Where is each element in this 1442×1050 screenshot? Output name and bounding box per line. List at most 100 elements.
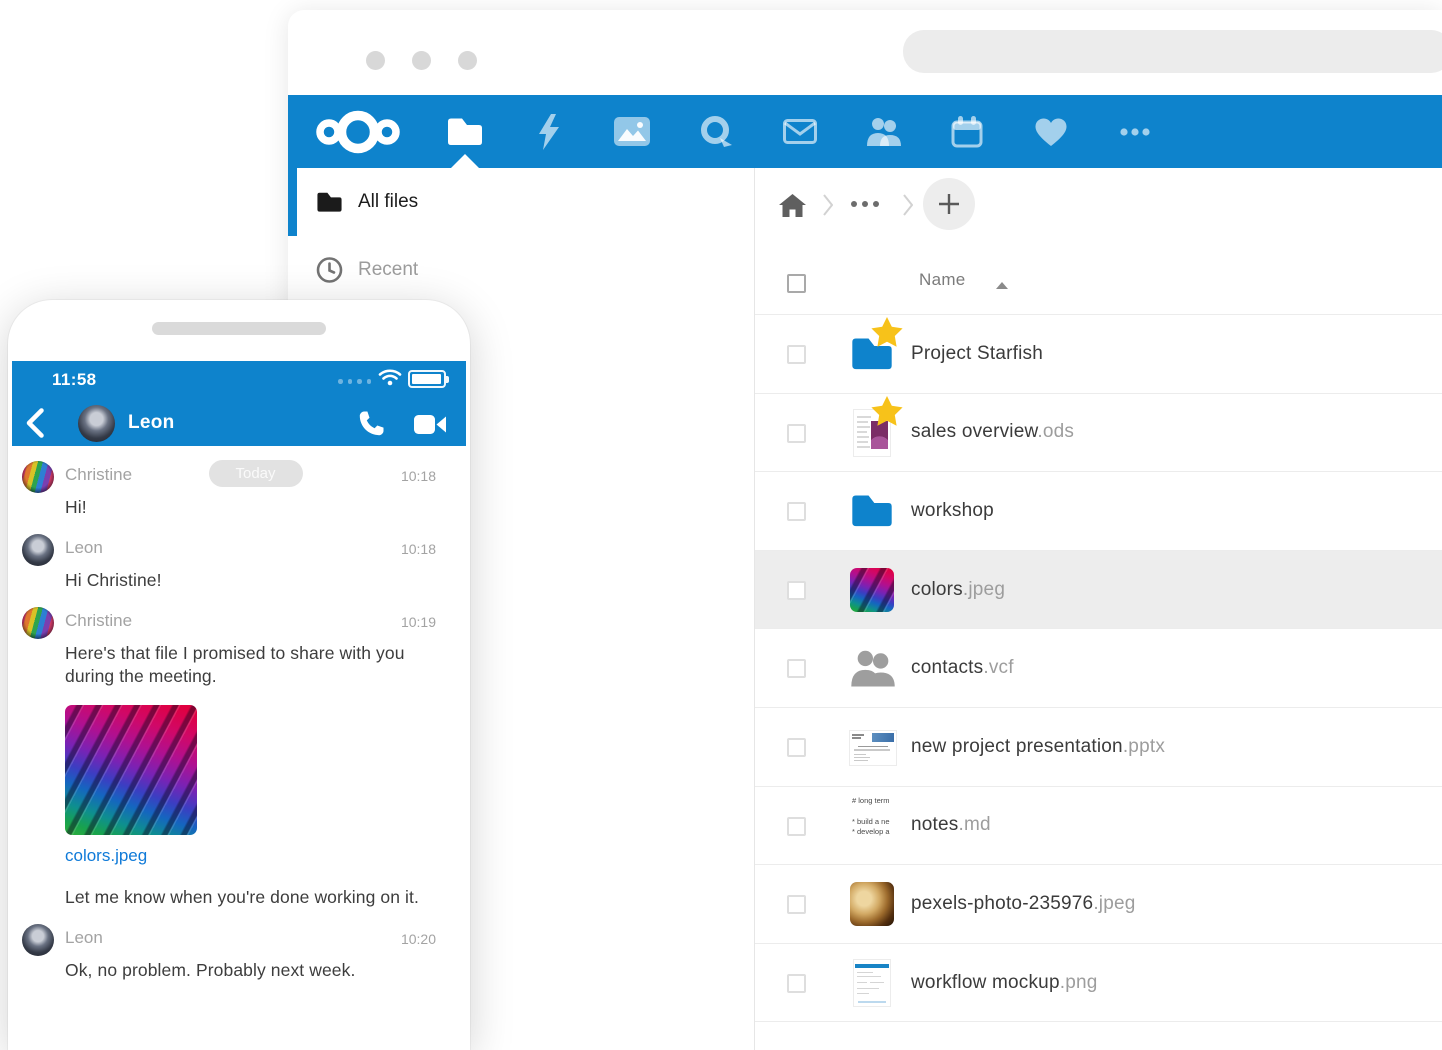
breadcrumb-chevron-icon — [823, 194, 833, 221]
file-row-contacts[interactable]: contacts.vcf — [755, 629, 1442, 708]
message-author: Christine — [65, 611, 132, 630]
sidebar-item-recent[interactable]: Recent — [288, 236, 754, 304]
file-rows: Project Starfish sales overview.ods — [755, 315, 1442, 1022]
file-row-notes[interactable]: # long term * build a ne * develop a not… — [755, 787, 1442, 866]
phone-call-icon[interactable] — [358, 410, 385, 442]
shared-image-attachment[interactable] — [65, 705, 197, 835]
message-author: Leon — [65, 538, 103, 557]
markdown-preview-thumbnail: # long term * build a ne * develop a — [852, 796, 908, 858]
battery-icon — [408, 370, 446, 388]
contact-name: Leon — [128, 412, 175, 434]
name-column-header[interactable]: Name — [919, 270, 966, 290]
phone-mockup: 11:58 Leon — [8, 300, 470, 1050]
nextcloud-navbar — [288, 95, 1442, 168]
file-name: workflow mockup.png — [911, 972, 1098, 994]
window-control-dot-3[interactable] — [458, 51, 477, 70]
contacts-file-icon — [850, 649, 894, 687]
calendar-app-icon[interactable] — [935, 95, 999, 168]
file-name: workshop — [911, 500, 994, 522]
row-checkbox[interactable] — [787, 738, 806, 757]
address-bar[interactable] — [903, 30, 1442, 73]
window-control-dot-2[interactable] — [412, 51, 431, 70]
folder-icon — [316, 191, 343, 213]
mockup-thumbnail — [854, 960, 890, 1006]
window-control-dot-1[interactable] — [366, 51, 385, 70]
file-row-presentation[interactable]: new project presentation.pptx — [755, 708, 1442, 787]
favorite-star-icon — [871, 317, 903, 353]
row-checkbox[interactable] — [787, 502, 806, 521]
row-checkbox[interactable] — [787, 895, 806, 914]
contact-avatar — [78, 405, 115, 442]
active-item-indicator — [288, 168, 297, 236]
row-checkbox[interactable] — [787, 581, 806, 600]
plus-icon — [937, 192, 961, 216]
message-time: 10:18 — [401, 468, 436, 484]
video-call-icon[interactable] — [414, 414, 446, 440]
avatar — [22, 534, 54, 566]
sidebar-item-all-files[interactable]: All files — [288, 168, 754, 236]
message-text: Let me know when you're done working on … — [65, 886, 446, 909]
sidebar-item-label: Recent — [358, 259, 418, 281]
wifi-icon — [378, 369, 402, 391]
message-time: 10:18 — [401, 541, 436, 557]
talk-header: 11:58 Leon — [12, 361, 466, 446]
file-row-pexels-photo[interactable]: pexels-photo-235976.jpeg — [755, 865, 1442, 944]
photos-app-icon[interactable] — [600, 95, 664, 168]
presentation-thumbnail — [850, 731, 896, 765]
chat-message: Christine 10:19 Here's that file I promi… — [12, 592, 466, 909]
status-bar-time: 11:58 — [52, 370, 97, 390]
message-author: Christine — [65, 465, 132, 484]
chat-message: Leon 10:18 Hi Christine! — [12, 519, 466, 592]
breadcrumb-chevron-icon — [903, 194, 913, 221]
file-name: pexels-photo-235976.jpeg — [911, 893, 1136, 915]
more-apps-icon[interactable] — [1103, 95, 1167, 168]
new-file-button[interactable] — [923, 178, 975, 230]
mail-app-icon[interactable] — [768, 95, 832, 168]
select-all-checkbox[interactable] — [787, 274, 806, 293]
row-checkbox[interactable] — [787, 345, 806, 364]
row-checkbox[interactable] — [787, 424, 806, 443]
phone-screen: 11:58 Leon — [12, 361, 466, 1050]
message-text: Here's that file I promised to share wit… — [65, 642, 446, 688]
row-checkbox[interactable] — [787, 659, 806, 678]
file-row-sales-overview[interactable]: sales overview.ods — [755, 394, 1442, 473]
avatar — [22, 924, 54, 956]
sort-ascending-icon[interactable] — [995, 277, 1009, 295]
active-app-notch — [451, 154, 479, 168]
favorites-heart-icon[interactable] — [1019, 95, 1083, 168]
file-name: colors.jpeg — [911, 579, 1005, 601]
row-checkbox[interactable] — [787, 817, 806, 836]
avatar — [22, 461, 54, 493]
file-name: new project presentation.pptx — [911, 736, 1165, 758]
photo-thumbnail — [850, 882, 894, 926]
message-time: 10:20 — [401, 931, 436, 947]
nextcloud-logo-icon[interactable] — [315, 95, 401, 168]
back-chevron-icon[interactable] — [26, 408, 44, 443]
breadcrumb-home-icon[interactable] — [779, 194, 806, 222]
talk-app-icon[interactable] — [684, 95, 748, 168]
file-name: contacts.vcf — [911, 657, 1014, 679]
file-list-header: Name — [755, 250, 1442, 315]
chat-message: Leon 10:20 Ok, no problem. Probably next… — [12, 909, 466, 982]
contacts-app-icon[interactable] — [852, 95, 916, 168]
row-checkbox[interactable] — [787, 974, 806, 993]
attachment-file-link[interactable]: colors.jpeg — [65, 846, 446, 866]
file-list-area: Name Project Starfish — [755, 168, 1442, 1050]
chat-thread: Christine Today 10:18 Hi! Leon 10:18 Hi … — [12, 446, 466, 1050]
image-thumbnail — [850, 568, 894, 612]
message-text: Hi Christine! — [65, 569, 446, 592]
favorite-star-icon — [871, 396, 903, 432]
file-name: notes.md — [911, 814, 991, 836]
message-author: Leon — [65, 928, 103, 947]
file-row-workflow-mockup[interactable]: workflow mockup.png — [755, 944, 1442, 1023]
file-name: Project Starfish — [911, 343, 1043, 365]
date-separator: Today — [208, 460, 302, 487]
file-row-colors[interactable]: colors.jpeg — [755, 551, 1442, 630]
activity-app-icon[interactable] — [517, 95, 581, 168]
avatar — [22, 607, 54, 639]
sidebar-item-label: All files — [358, 191, 418, 213]
breadcrumb-ellipsis[interactable] — [851, 201, 879, 207]
file-row-workshop[interactable]: workshop — [755, 472, 1442, 551]
phone-speaker — [152, 322, 326, 335]
file-row-project-starfish[interactable]: Project Starfish — [755, 315, 1442, 394]
